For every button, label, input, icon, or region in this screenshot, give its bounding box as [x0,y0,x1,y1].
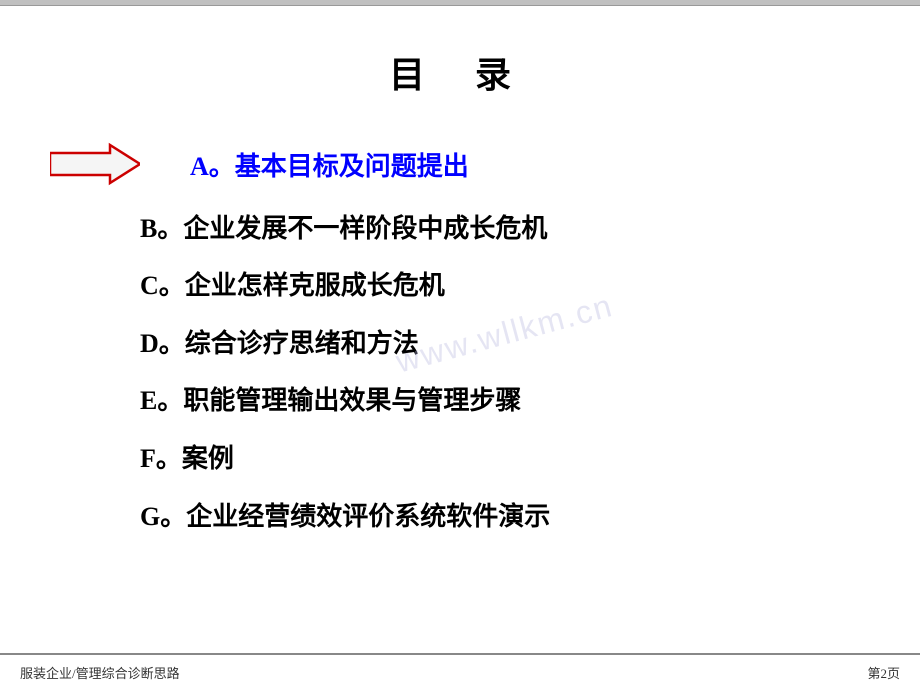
footer-left: 服装企业/管理综合诊断思路 [20,663,180,682]
menu-item-f: F。案例 [100,430,234,488]
bottom-bar: 服装企业/管理综合诊断思路 第2页 [0,653,920,690]
menu-item-b: B。企业发展不一样阶段中成长危机 [100,200,547,258]
footer-right: 第2页 [867,663,900,682]
menu-item-d: D。综合诊疗思绪和方法 [100,315,419,373]
menu-item-a-row: A。基本目标及问题提出 [100,138,920,196]
menu-item-g: G。企业经营绩效评价系统软件演示 [100,488,550,546]
menu-item-a: A。基本目标及问题提出 [100,138,469,196]
slide-container: 目 录 www.wllkm.cn A。基本目标及问题提出 [0,0,920,690]
menu-item-c: C。企业怎样克服成长危机 [100,257,445,315]
menu-item-e: E。职能管理输出效果与管理步骤 [100,372,521,430]
menu-list: A。基本目标及问题提出 B。企业发展不一样阶段中成长危机 C。企业怎样克服成长危… [0,138,920,545]
main-content: 目 录 www.wllkm.cn A。基本目标及问题提出 [0,6,920,653]
slide-title: 目 录 [389,46,531,98]
